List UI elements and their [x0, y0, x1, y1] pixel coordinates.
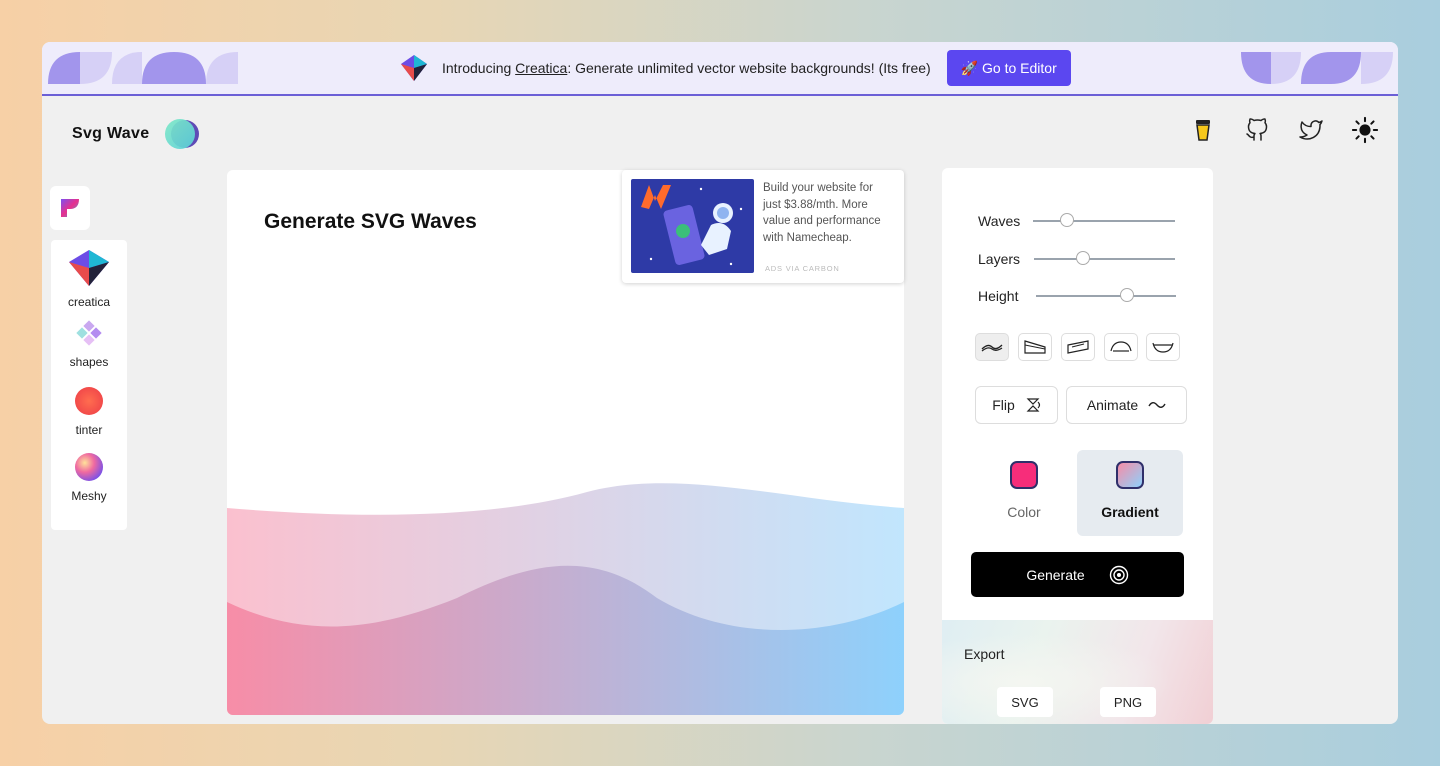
- brand-logo-icon: [165, 119, 200, 149]
- export-svg-button[interactable]: SVG: [997, 687, 1053, 717]
- go-to-editor-button[interactable]: 🚀 Go to Editor: [946, 50, 1071, 86]
- sidebar-item-meshy[interactable]: Meshy: [51, 452, 127, 503]
- creatica-link[interactable]: Creatica: [515, 60, 567, 76]
- height-slider-row: Height: [978, 288, 1176, 304]
- gradient-mode-button[interactable]: Gradient: [1077, 450, 1183, 536]
- generate-button[interactable]: Generate: [971, 552, 1184, 597]
- coffee-cup-icon[interactable]: [1190, 116, 1216, 144]
- height-slider-thumb[interactable]: [1120, 288, 1134, 302]
- color-mode-button[interactable]: Color: [971, 450, 1077, 536]
- brand-title: Svg Wave: [72, 125, 150, 142]
- sidebar-item-tinter[interactable]: tinter: [51, 386, 127, 437]
- wave-shape-step-button[interactable]: [1061, 333, 1095, 361]
- height-label: Height: [978, 288, 1019, 304]
- wave-shape-smooth-button[interactable]: [975, 333, 1009, 361]
- waves-slider-row: Waves: [978, 213, 1175, 229]
- height-slider[interactable]: [1036, 288, 1176, 302]
- header-icons: [1190, 116, 1378, 144]
- flip-icon: [1026, 398, 1040, 412]
- sun-icon[interactable]: [1352, 116, 1378, 144]
- ad-via-label[interactable]: ADS VIA CARBON: [765, 264, 840, 273]
- waves-slider-thumb[interactable]: [1060, 213, 1075, 227]
- layers-slider[interactable]: [1034, 251, 1175, 265]
- wave-shape-peak-icon: [1024, 340, 1046, 354]
- brand[interactable]: Svg Wave: [72, 118, 203, 150]
- wave-shape-step-icon: [1067, 340, 1089, 354]
- banner-text: Introducing Creatica: Generate unlimited…: [442, 60, 931, 76]
- carbon-ad[interactable]: Build your website for just $3.88/mth. M…: [622, 170, 904, 283]
- promo-banner: Introducing Creatica: Generate unlimited…: [42, 42, 1398, 96]
- wave-icon: [1148, 402, 1166, 408]
- layers-slider-row: Layers: [978, 251, 1175, 267]
- export-section: Export SVG PNG: [942, 620, 1213, 724]
- sidebar-item-shapes[interactable]: shapes: [51, 320, 127, 369]
- waves-slider[interactable]: [1033, 213, 1175, 227]
- page-title: Generate SVG Waves: [264, 210, 477, 233]
- export-png-button[interactable]: PNG: [1100, 687, 1156, 717]
- animate-button[interactable]: Animate: [1066, 386, 1187, 424]
- twitter-icon[interactable]: [1298, 116, 1324, 144]
- sidebar-logo[interactable]: [50, 186, 90, 230]
- github-icon[interactable]: [1244, 116, 1270, 144]
- color-swatch: [1010, 461, 1038, 489]
- banner-decoration-left: [48, 52, 238, 84]
- tinter-circle-icon: [75, 387, 103, 415]
- wave-shape-peak-button[interactable]: [1018, 333, 1052, 361]
- wave-shape-bowl-icon: [1152, 342, 1174, 353]
- wave-shape-smooth-icon: [981, 344, 1003, 352]
- flip-button[interactable]: Flip: [975, 386, 1058, 424]
- banner-decoration-right: [1241, 52, 1393, 84]
- sidebar-item-creatica[interactable]: creatica: [51, 248, 127, 309]
- ad-image[interactable]: [631, 179, 754, 273]
- creatica-cube-icon: [401, 55, 427, 81]
- wave-shape-bowl-button[interactable]: [1146, 333, 1180, 361]
- target-icon: [1109, 565, 1128, 584]
- gradient-swatch: [1116, 461, 1144, 489]
- layers-slider-thumb[interactable]: [1076, 251, 1091, 265]
- sidebar-brand-icon: [61, 199, 79, 217]
- wave-shape-wide-button[interactable]: [1104, 333, 1138, 361]
- ad-text[interactable]: Build your website for just $3.88/mth. M…: [763, 180, 893, 246]
- export-title: Export: [964, 646, 1005, 662]
- creatica-cube-icon: [69, 250, 109, 286]
- layers-label: Layers: [978, 251, 1021, 267]
- sidebar-apps: creatica shapes tinter Meshy: [51, 240, 127, 530]
- meshy-orb-icon: [75, 453, 103, 481]
- controls-panel: Waves Layers Height Flip Animate Color G…: [942, 168, 1213, 724]
- waves-label: Waves: [978, 213, 1021, 229]
- wave-shape-wide-icon: [1110, 341, 1132, 352]
- app-window: Introducing Creatica: Generate unlimited…: [42, 42, 1398, 724]
- shapes-diamond-icon: [76, 320, 102, 346]
